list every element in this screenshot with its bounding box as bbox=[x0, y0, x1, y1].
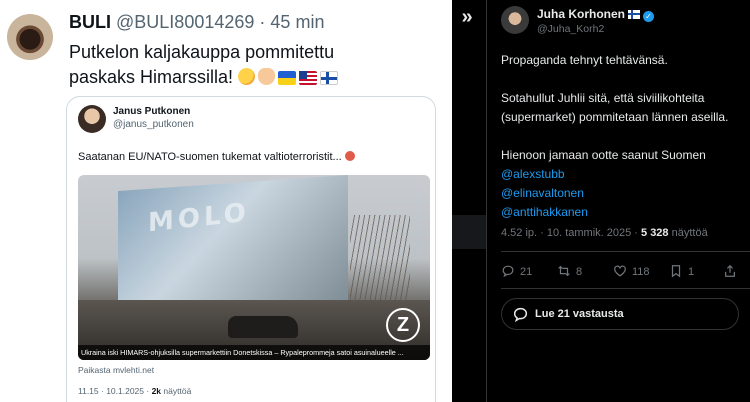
mention-link[interactable]: @alexstubb bbox=[501, 165, 741, 184]
reply-count: 21 bbox=[520, 266, 533, 278]
like-action[interactable]: 118 bbox=[613, 264, 650, 278]
divider bbox=[501, 251, 750, 252]
like-count: 118 bbox=[632, 266, 650, 278]
quoted-author-avatar[interactable] bbox=[78, 105, 106, 133]
quoted-tweet-card[interactable]: Janus Putkonen @janus_putkonen Saatanan … bbox=[66, 96, 436, 402]
reply-icon bbox=[502, 265, 514, 278]
strip-fragment bbox=[452, 215, 486, 249]
read-replies-label: Lue 21 vastausta bbox=[535, 308, 624, 320]
tweet-paragraph-2: Sotahullut Juhlii sitä, että siviilikoht… bbox=[501, 91, 729, 124]
car-illustration bbox=[228, 316, 298, 338]
link-source[interactable]: Paikasta mvlehti.net bbox=[78, 365, 154, 375]
us-flag-icon bbox=[299, 71, 318, 85]
share-action[interactable] bbox=[723, 264, 742, 278]
flexed-biceps-icon bbox=[258, 68, 276, 85]
quoted-tweet-meta: 11.15 · 10.1.2025 · 2k näyttöä bbox=[78, 386, 191, 396]
tweet-actions: 21 8 118 1 bbox=[501, 264, 750, 280]
tweet-paragraph-3: Hienoon jamaan ootte saanut Suomen @alex… bbox=[501, 146, 741, 222]
tweet-paragraph-1: Propaganda tehnyt tehtävänsä. bbox=[501, 53, 668, 67]
tweet-time[interactable]: 45 min bbox=[270, 12, 324, 32]
author-avatar[interactable] bbox=[7, 14, 53, 60]
quoted-tweet-text-wrap: Saatanan EU/NATO-suomen tukemat valtiote… bbox=[78, 151, 355, 163]
author-name[interactable]: BULI bbox=[69, 12, 111, 32]
side-strip: » bbox=[452, 0, 486, 402]
read-replies-button[interactable]: Lue 21 vastausta bbox=[501, 298, 739, 330]
author-name-row: Juha Korhonen ✓ bbox=[537, 7, 655, 22]
mention-link[interactable]: @anttihakkanen bbox=[501, 203, 741, 222]
expand-chevron-icon[interactable]: » bbox=[456, 6, 478, 28]
views-count: 5 328 bbox=[641, 227, 669, 239]
repost-action[interactable]: 8 bbox=[557, 264, 582, 278]
quoted-tweet-text: Saatanan EU/NATO-suomen tukemat valtiote… bbox=[78, 151, 342, 163]
views-label: näyttöä bbox=[671, 227, 708, 239]
left-tweet-panel: BULI @BULI80014269 · 45 min Putkelon kal… bbox=[0, 0, 452, 402]
verified-badge-icon: ✓ bbox=[643, 11, 655, 22]
tweet-text: Propaganda tehnyt tehtävänsä. Sotahullut… bbox=[501, 51, 741, 222]
finland-flag-icon bbox=[628, 10, 641, 19]
bookmark-count: 1 bbox=[688, 266, 695, 278]
finland-flag-icon bbox=[320, 71, 339, 85]
right-tweet-panel: Juha Korhonen ✓ @Juha_Korh2 Propaganda te… bbox=[486, 0, 750, 402]
ukraine-flag-icon bbox=[278, 71, 297, 85]
tweet-text-line2: paskaks Himarssilla! bbox=[69, 67, 234, 87]
party-face-icon bbox=[238, 68, 256, 85]
author-name[interactable]: Juha Korhonen bbox=[537, 7, 625, 21]
quoted-timestamp[interactable]: 11.15 · 10.1.2025 · bbox=[78, 386, 149, 396]
separator-dot: · bbox=[259, 12, 266, 32]
divider bbox=[501, 288, 750, 289]
mention-link[interactable]: @elinavaltonen bbox=[501, 184, 741, 203]
image-caption: Ukraina iski HIMARS-ohjuksilla supermark… bbox=[78, 345, 430, 360]
author-handle[interactable]: @Juha_Korh2 bbox=[537, 23, 604, 35]
angry-face-icon bbox=[344, 151, 355, 161]
tweet-timestamp[interactable]: 4.52 ip. · 10. tammik. 2025 · bbox=[501, 227, 638, 239]
bookmark-action[interactable]: 1 bbox=[669, 264, 694, 278]
tweet-meta: 4.52 ip. · 10. tammik. 2025 · 5 328 näyt… bbox=[501, 227, 708, 239]
quoted-tweet-image[interactable]: MOLO Z Ukraina iski HIMARS-ohjuksilla su… bbox=[78, 175, 430, 360]
tweet-text-line2-wrap: paskaks Himarssilla! bbox=[69, 65, 439, 90]
author-handle[interactable]: @BULI80014269 bbox=[116, 12, 254, 32]
repost-icon bbox=[558, 265, 570, 277]
quoted-author-name[interactable]: Janus Putkonen bbox=[113, 106, 190, 117]
tweet-text-line1: Putkelon kaljakauppa pommitettu bbox=[69, 42, 335, 62]
reply-action[interactable]: 21 bbox=[501, 264, 532, 278]
repost-count: 8 bbox=[576, 266, 583, 278]
quoted-views-count: 2k bbox=[151, 386, 162, 396]
share-icon bbox=[725, 264, 735, 277]
author-avatar[interactable] bbox=[501, 6, 529, 34]
tweet-header: BULI @BULI80014269 · 45 min bbox=[69, 12, 324, 33]
heart-icon bbox=[614, 265, 626, 277]
quoted-views-label: näyttöä bbox=[163, 386, 192, 396]
quoted-author-handle[interactable]: @janus_putkonen bbox=[113, 119, 194, 130]
tweet-text: Putkelon kaljakauppa pommitettu paskaks … bbox=[69, 40, 439, 90]
reply-icon bbox=[513, 307, 528, 323]
bookmark-icon bbox=[671, 265, 681, 278]
tweet-paragraph-3-text: Hienoon jamaan ootte saanut Suomen bbox=[501, 148, 706, 162]
z-watermark-icon: Z bbox=[386, 308, 420, 342]
